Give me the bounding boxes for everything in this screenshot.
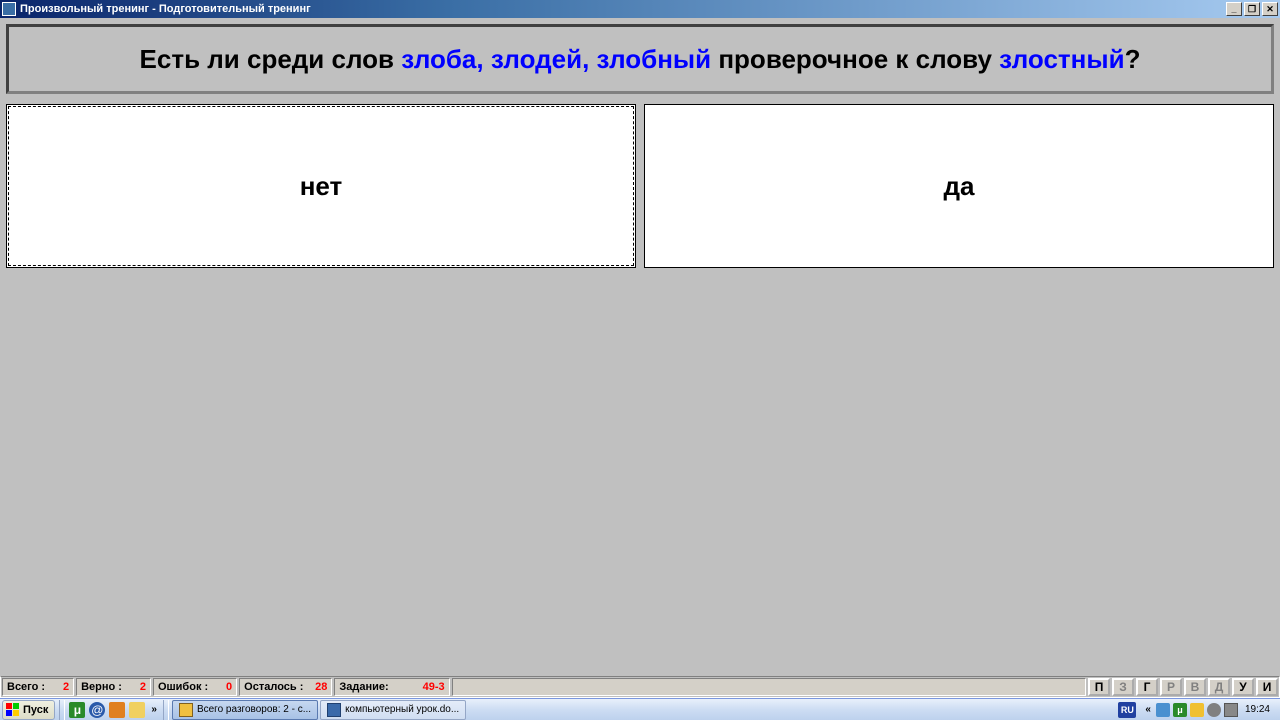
quicklaunch-icon-1[interactable]: μ: [69, 702, 85, 718]
status-errors: Ошибок : 0: [153, 678, 237, 696]
status-correct-label: Верно :: [81, 681, 122, 693]
taskbar: Пуск μ @ » Всего разговоров: 2 - с... ко…: [0, 698, 1280, 720]
status-remain-label: Осталось :: [244, 681, 303, 693]
question-mid: проверочное к слову: [711, 44, 999, 74]
letter-button-П[interactable]: П: [1088, 678, 1110, 696]
quicklaunch-more-icon[interactable]: »: [147, 704, 161, 715]
question-text: Есть ли среди слов злоба, злодей, злобны…: [140, 44, 1141, 75]
status-task-label: Задание:: [339, 681, 388, 693]
tray-icon-5[interactable]: [1224, 703, 1238, 717]
question-highlight-1: злоба, злодей, злобный: [401, 44, 711, 74]
question-prefix: Есть ли среди слов: [140, 44, 402, 74]
close-button[interactable]: ✕: [1262, 2, 1278, 16]
word-icon: [327, 703, 341, 717]
status-errors-value: 0: [214, 681, 232, 693]
question-suffix: ?: [1125, 44, 1141, 74]
answer-no-button[interactable]: нет: [6, 104, 636, 268]
window-controls: _ ❐ ✕: [1224, 0, 1280, 18]
start-button[interactable]: Пуск: [2, 700, 55, 720]
clock[interactable]: 19:24: [1241, 704, 1276, 715]
status-correct-value: 2: [128, 681, 146, 693]
taskbar-task-1-label: Всего разговоров: 2 - с...: [197, 704, 311, 715]
status-spacer: [452, 678, 1086, 696]
status-task-value: 49-3: [395, 681, 445, 693]
taskbar-task-2-label: компьютерный урок.do...: [345, 704, 459, 715]
quicklaunch-icon-3[interactable]: [109, 702, 125, 718]
question-highlight-2: злостный: [999, 44, 1124, 74]
letter-button-Р[interactable]: Р: [1160, 678, 1182, 696]
window-title: Произвольный тренинг - Подготовительный …: [20, 0, 1224, 18]
tray-icon-4[interactable]: [1207, 703, 1221, 717]
app-icon: [2, 2, 16, 16]
letter-button-Д[interactable]: Д: [1208, 678, 1230, 696]
letter-buttons-group: ПЗГРВДУИ: [1088, 678, 1278, 696]
letter-button-Г[interactable]: Г: [1136, 678, 1158, 696]
status-total-label: Всего :: [7, 681, 45, 693]
folder-icon: [179, 703, 193, 717]
system-tray: « μ 19:24: [1139, 703, 1280, 717]
restore-button[interactable]: ❐: [1244, 2, 1260, 16]
taskbar-task-1[interactable]: Всего разговоров: 2 - с...: [172, 700, 318, 720]
start-label: Пуск: [23, 704, 48, 716]
status-bar: Всего : 2 Верно : 2 Ошибок : 0 Осталось …: [0, 676, 1280, 698]
answer-yes-button[interactable]: да: [644, 104, 1274, 268]
client-area: Есть ли среди слов злоба, злодей, злобны…: [0, 18, 1280, 676]
status-total: Всего : 2: [2, 678, 74, 696]
taskbar-task-2[interactable]: компьютерный урок.do...: [320, 700, 466, 720]
minimize-button[interactable]: _: [1226, 2, 1242, 16]
tray-icon-1[interactable]: [1156, 703, 1170, 717]
status-remain: Осталось : 28: [239, 678, 332, 696]
title-bar: Произвольный тренинг - Подготовительный …: [0, 0, 1280, 18]
tray-icon-3[interactable]: [1190, 703, 1204, 717]
status-total-value: 2: [51, 681, 69, 693]
status-errors-label: Ошибок :: [158, 681, 208, 693]
letter-button-З[interactable]: З: [1112, 678, 1134, 696]
status-remain-value: 28: [309, 681, 327, 693]
windows-flag-icon: [6, 703, 20, 717]
letter-button-И[interactable]: И: [1256, 678, 1278, 696]
answer-no-label: нет: [300, 171, 343, 202]
quicklaunch-separator: [59, 700, 65, 720]
status-task: Задание: 49-3: [334, 678, 449, 696]
question-panel: Есть ли среди слов злоба, злодей, злобны…: [6, 24, 1274, 94]
tray-expand-icon[interactable]: «: [1143, 704, 1153, 715]
answer-yes-label: да: [944, 171, 975, 202]
letter-button-В[interactable]: В: [1184, 678, 1206, 696]
answers-row: нет да: [6, 104, 1274, 268]
task-separator: [163, 700, 169, 720]
language-indicator[interactable]: RU: [1118, 702, 1136, 718]
tray-icon-2[interactable]: μ: [1173, 703, 1187, 717]
status-correct: Верно : 2: [76, 678, 151, 696]
letter-button-У[interactable]: У: [1232, 678, 1254, 696]
quicklaunch-icon-2[interactable]: @: [89, 702, 105, 718]
quicklaunch-icon-4[interactable]: [129, 702, 145, 718]
